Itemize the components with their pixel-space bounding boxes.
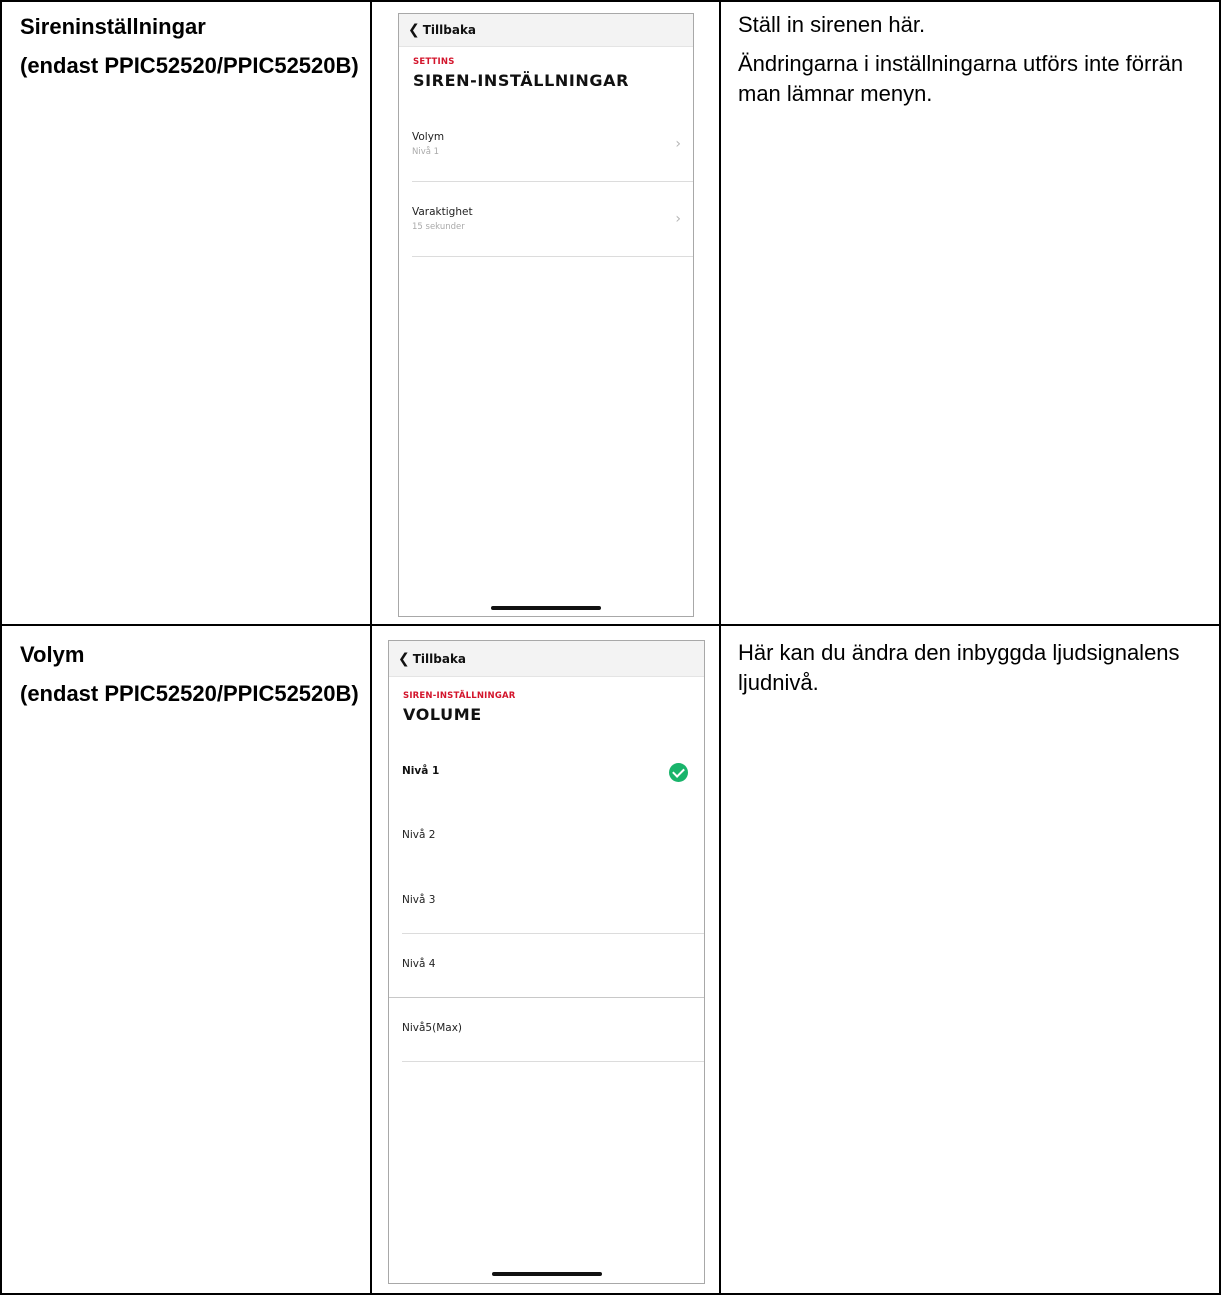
- volume-option[interactable]: Nivå 3: [389, 871, 704, 929]
- breadcrumb: SIREN-INSTÄLLNINGAR: [403, 691, 516, 701]
- chevron-left-icon: ❮: [408, 22, 420, 38]
- back-label: Tillbaka: [422, 23, 477, 37]
- page-title: SIREN-INSTÄLLNINGAR: [413, 71, 630, 90]
- row-value: Nivå 1: [412, 147, 440, 157]
- feature-title: Sireninställningar: [20, 14, 206, 39]
- description-cell: Ställ in sirenen här. Ändringarna i inst…: [738, 10, 1213, 118]
- nav-bar: ❮ Tillbaka: [399, 14, 693, 47]
- option-label: Nivå 1: [402, 765, 440, 777]
- chevron-right-icon: ›: [675, 136, 681, 152]
- option-label: Nivå 2: [402, 829, 436, 841]
- table-border-left: [0, 0, 2, 1295]
- row-divider: [412, 256, 693, 257]
- description-line: Ändringarna i inställningarna utförs int…: [738, 51, 1184, 106]
- row-divider: [412, 181, 693, 182]
- table-column-divider: [719, 0, 721, 1295]
- nav-bar: ❮ Tillbaka: [389, 641, 704, 677]
- row-divider: [402, 1061, 704, 1062]
- option-label: Nivå5(Max): [402, 1022, 463, 1034]
- breadcrumb: SETTINS: [413, 57, 455, 67]
- chevron-left-icon: ❮: [398, 651, 410, 667]
- volume-screenshot: ❮ Tillbaka SIREN-INSTÄLLNINGAR VOLUME Ni…: [388, 640, 705, 1284]
- volume-option[interactable]: Nivå 2: [389, 807, 704, 865]
- settings-row-duration[interactable]: Varaktighet 15 sekunder ›: [399, 190, 693, 260]
- option-label: Nivå 4: [402, 958, 436, 970]
- back-label: Tillbaka: [412, 652, 467, 666]
- description-line: Här kan du ändra den inbyggda ljudsignal…: [738, 640, 1180, 695]
- home-indicator: [491, 1272, 602, 1276]
- row-value: 15 sekunder: [412, 222, 465, 232]
- feature-title: Volym: [20, 642, 85, 667]
- page-title: VOLUME: [403, 705, 482, 724]
- row-divider: [402, 933, 704, 934]
- home-indicator: [491, 606, 601, 610]
- option-label: Nivå 3: [402, 894, 436, 906]
- description-cell: Här kan du ändra den inbyggda ljudsignal…: [738, 638, 1213, 707]
- checkmark-circle-icon: [669, 763, 688, 782]
- volume-option[interactable]: Nivå 4: [389, 935, 704, 993]
- table-row-divider: [0, 624, 1221, 626]
- table-column-divider: [370, 0, 372, 1295]
- settings-row-volume[interactable]: Volym Nivå 1 ›: [399, 114, 693, 184]
- feature-cell: Volym (endast PPIC52520/PPIC52520B): [20, 640, 365, 718]
- volume-option[interactable]: Nivå5(Max): [389, 999, 704, 1057]
- chevron-right-icon: ›: [675, 211, 681, 227]
- document-table: Sireninställningar (endast PPIC52520/PPI…: [0, 0, 1221, 1295]
- feature-note: (endast PPIC52520/PPIC52520B): [20, 681, 359, 706]
- row-divider: [389, 997, 704, 998]
- back-button[interactable]: ❮ Tillbaka: [398, 652, 466, 666]
- row-label: Varaktighet: [412, 206, 473, 218]
- feature-cell: Sireninställningar (endast PPIC52520/PPI…: [20, 12, 365, 90]
- row-label: Volym: [412, 131, 445, 143]
- table-border-top: [0, 0, 1221, 2]
- siren-settings-screenshot: ❮ Tillbaka SETTINS SIREN-INSTÄLLNINGAR V…: [398, 13, 694, 617]
- volume-option[interactable]: Nivå 1: [389, 743, 704, 801]
- feature-note: (endast PPIC52520/PPIC52520B): [20, 53, 359, 78]
- description-line: Ställ in sirenen här.: [738, 12, 926, 37]
- back-button[interactable]: ❮ Tillbaka: [408, 23, 476, 37]
